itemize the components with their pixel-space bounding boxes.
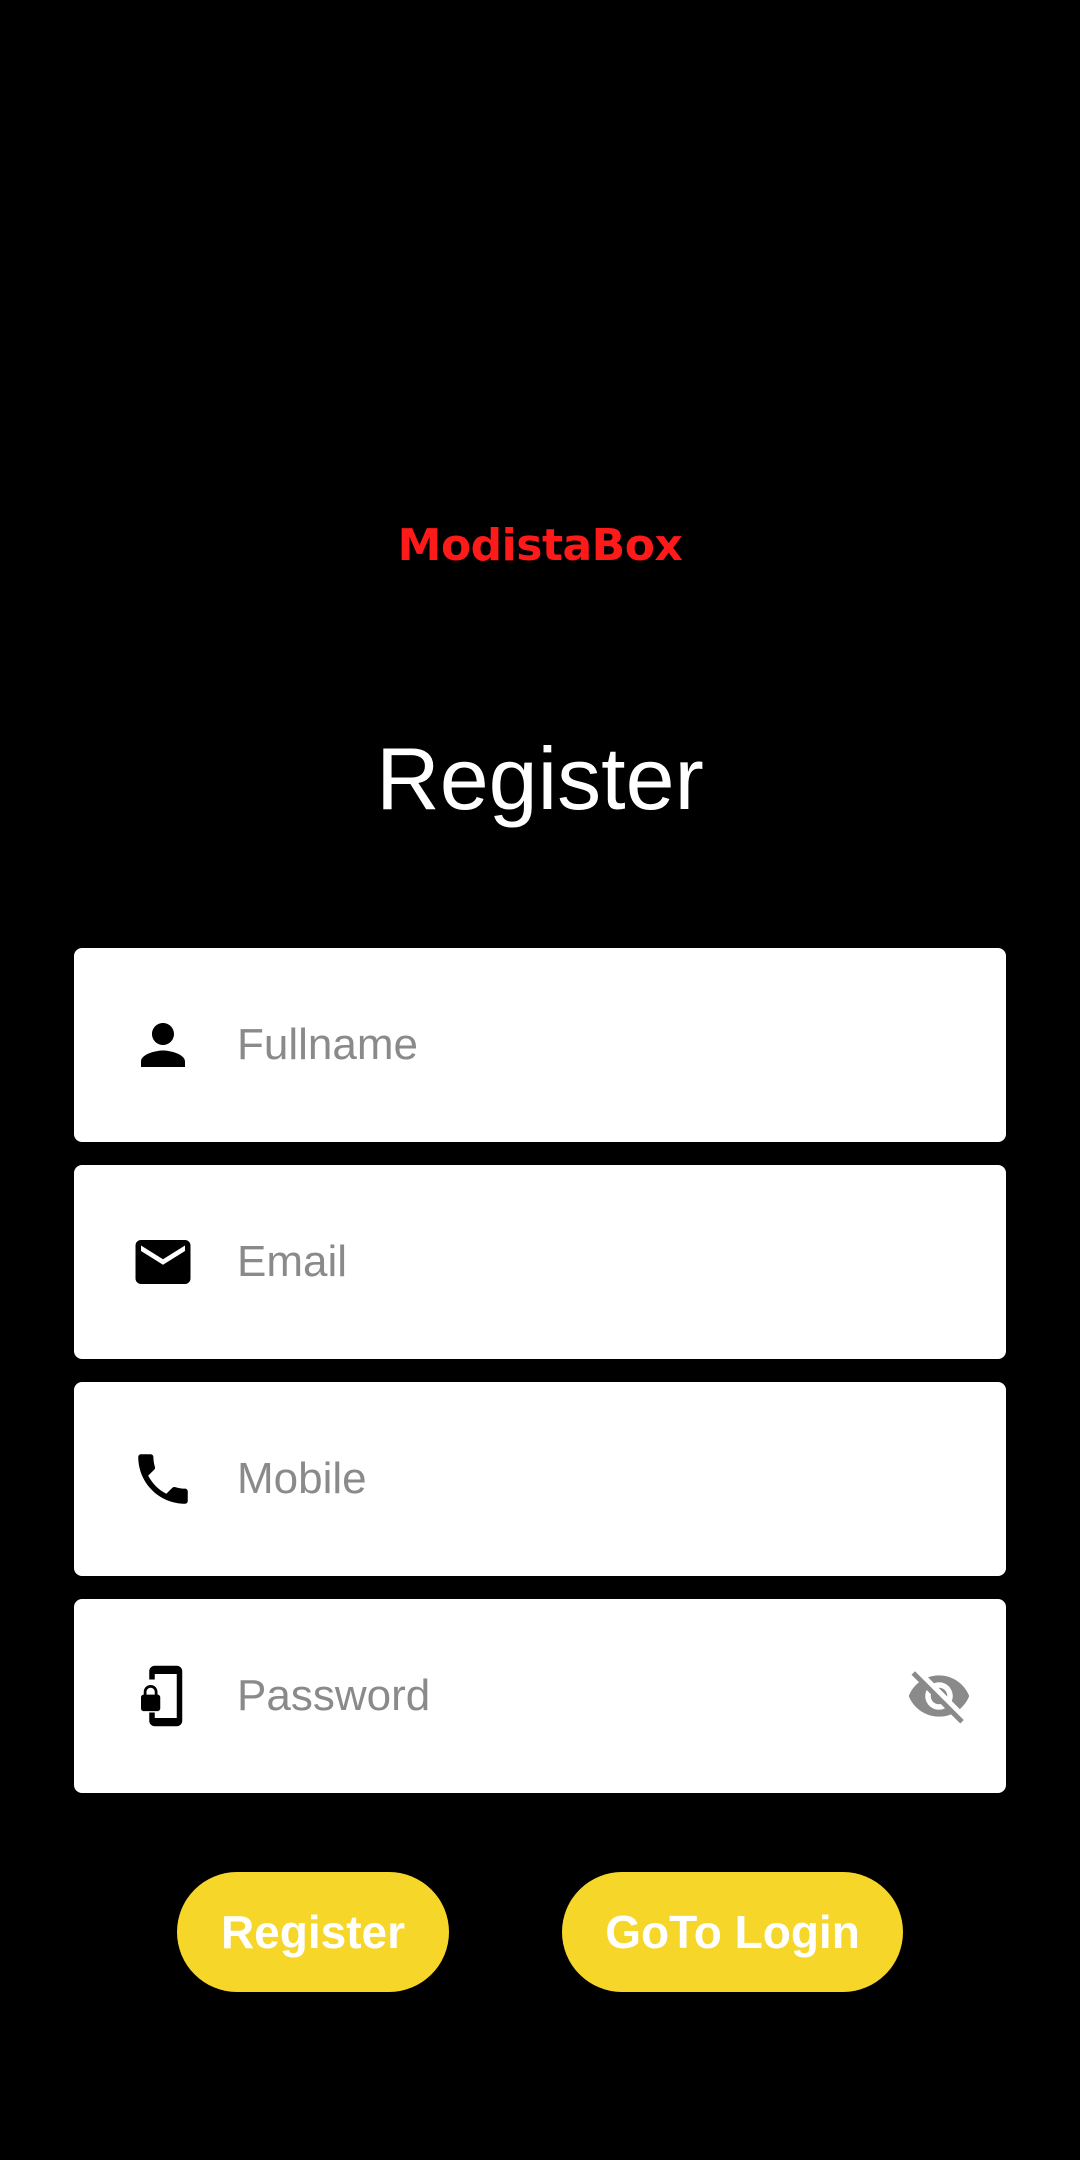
phone-lock-icon [130, 1663, 196, 1729]
email-input[interactable] [237, 1165, 877, 1359]
fullname-input[interactable] [237, 948, 877, 1142]
mobile-input[interactable] [237, 1382, 877, 1576]
page-title: Register [376, 729, 704, 828]
mobile-field [74, 1382, 1006, 1576]
person-icon [130, 1012, 196, 1078]
phone-icon [130, 1446, 196, 1512]
register-button[interactable]: Register [177, 1872, 449, 1992]
password-input[interactable] [237, 1599, 877, 1793]
brand-logo: ModistaBox [397, 520, 683, 571]
fullname-field [74, 948, 1006, 1142]
email-field [74, 1165, 1006, 1359]
eye-off-icon[interactable] [906, 1663, 972, 1729]
password-field [74, 1599, 1006, 1793]
mail-icon [130, 1229, 196, 1295]
goto-login-button[interactable]: GoTo Login [562, 1872, 903, 1992]
